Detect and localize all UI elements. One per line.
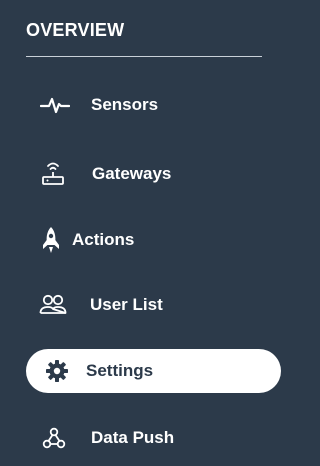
section-divider bbox=[26, 56, 262, 57]
sidebar-item-user-list[interactable]: User List bbox=[26, 284, 163, 326]
section-title: OVERVIEW bbox=[26, 20, 125, 40]
sidebar-item-label: User List bbox=[90, 295, 163, 314]
router-wifi-icon bbox=[38, 159, 68, 189]
sidebar-item-gateways[interactable]: Gateways bbox=[26, 153, 171, 195]
sidebar-item-label: Sensors bbox=[91, 95, 159, 114]
sidebar-item-actions[interactable]: Actions bbox=[26, 219, 134, 261]
sidebar-item-label: Settings bbox=[86, 361, 154, 380]
sidebar-item-sensors[interactable]: Sensors bbox=[26, 84, 158, 126]
sidebar-item-data-push[interactable]: Data Push bbox=[26, 417, 174, 459]
sidebar-item-label: Gateways bbox=[92, 164, 172, 183]
activity-pulse-icon bbox=[40, 90, 70, 120]
sidebar-item-label: Data Push bbox=[91, 428, 175, 447]
sidebar-item-label: Actions bbox=[72, 230, 135, 249]
sidebar-item-settings[interactable]: Settings bbox=[26, 349, 281, 393]
sidebar: OVERVIEW Sensors Gateways Actions User L… bbox=[0, 0, 297, 466]
users-icon bbox=[38, 290, 68, 320]
rocket-icon bbox=[40, 225, 62, 255]
webhook-icon bbox=[39, 423, 69, 453]
gear-icon bbox=[42, 356, 72, 386]
